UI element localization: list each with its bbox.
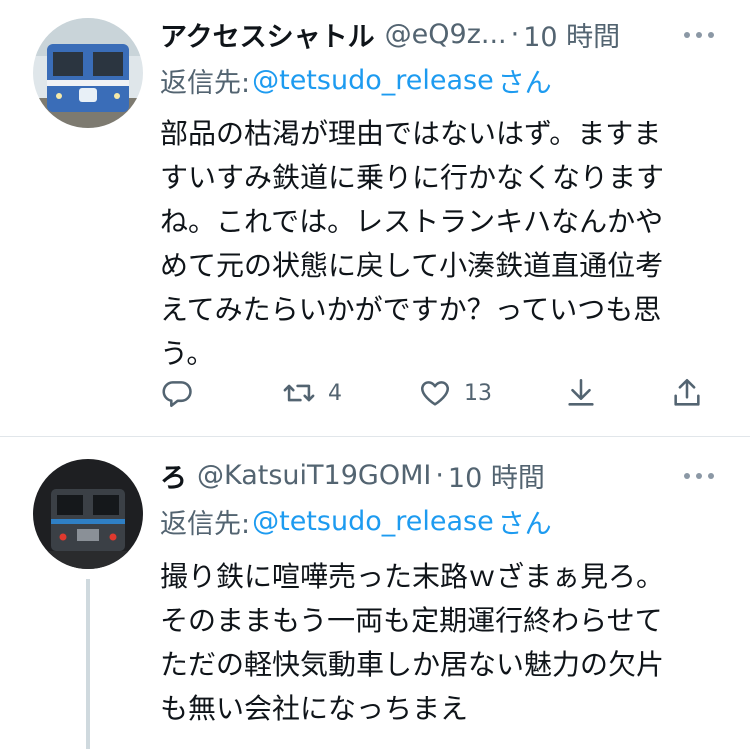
reply-label: 返信先: bbox=[160, 67, 251, 99]
user-handle[interactable]: @eQ9z... bbox=[385, 19, 507, 50]
tweet-header: アクセスシャトル @eQ9z... · 10 時間 bbox=[160, 14, 660, 54]
separator: · bbox=[435, 459, 444, 491]
download-button[interactable] bbox=[564, 368, 598, 418]
tweet-text-line: ね。これでは。レストランキハなんかや bbox=[160, 205, 664, 238]
tweet-text-line: も無い会社になっちまえ bbox=[160, 692, 469, 725]
avatar[interactable] bbox=[33, 459, 143, 569]
heart-icon bbox=[421, 381, 449, 406]
download-icon bbox=[568, 378, 594, 406]
user-handle[interactable]: @KatsuiT19GOMI bbox=[197, 460, 431, 491]
reply-mention-link[interactable]: @tetsudo_release bbox=[252, 506, 494, 537]
retweet-count: 4 bbox=[328, 380, 342, 406]
more-dot bbox=[696, 473, 702, 479]
thread-line bbox=[86, 579, 90, 749]
reply-button[interactable] bbox=[160, 368, 194, 418]
like-count: 13 bbox=[464, 380, 492, 406]
reply-context: 返信先: @tetsudo_release さん bbox=[160, 501, 552, 541]
tweet-text-line: 撮り鉄に喧嘩売った末路ｗざまぁ見ろ。 bbox=[160, 560, 665, 593]
tweet[interactable]: ろ @KatsuiT19GOMI · 10 時間 返信先: @tetsudo_r… bbox=[0, 437, 750, 749]
display-name[interactable]: アクセスシャトル bbox=[160, 15, 375, 54]
retweet-icon bbox=[283, 384, 315, 402]
more-dot bbox=[684, 32, 690, 38]
tweet-actions: 4 13 bbox=[160, 368, 720, 418]
display-name[interactable]: ろ bbox=[160, 456, 187, 495]
reply-context: 返信先: @tetsudo_release さん bbox=[160, 60, 552, 100]
tweet-text-line: めて元の状態に戻して小湊鉄道直通位考 bbox=[160, 249, 664, 282]
reply-icon bbox=[162, 381, 192, 408]
more-dot bbox=[708, 473, 714, 479]
tweet-text-line: そのままもう一両も定期運行終わらせて bbox=[160, 604, 663, 637]
timestamp[interactable]: 10 時間 bbox=[448, 456, 545, 495]
like-button[interactable]: 13 bbox=[418, 368, 492, 418]
reply-label: 返信先: bbox=[160, 508, 251, 540]
more-dot bbox=[684, 473, 690, 479]
reply-mention-link[interactable]: @tetsudo_release bbox=[252, 65, 494, 96]
share-icon bbox=[674, 378, 700, 406]
more-dot bbox=[696, 32, 702, 38]
tweet[interactable]: アクセスシャトル @eQ9z... · 10 時間 返信先: @tetsudo_… bbox=[0, 0, 750, 437]
share-button[interactable] bbox=[670, 368, 704, 418]
tweet-text-line: ただの軽快気動車しか居ない魅力の欠片 bbox=[160, 648, 665, 681]
tweet-text: 撮り鉄に喧嘩売った末路ｗざまぁ見ろ。 そのままもう一両も定期運行終わらせて ただ… bbox=[160, 555, 720, 731]
tweet-text-line: 部品の枯渇が理由ではないはず。ますま bbox=[160, 117, 662, 150]
tweet-text: 部品の枯渇が理由ではないはず。ますま すいすみ鉄道に乗りに行かなくなります ね。… bbox=[160, 112, 720, 376]
reply-suffix: さん bbox=[497, 508, 552, 540]
more-dot bbox=[708, 32, 714, 38]
more-options-icon[interactable] bbox=[684, 471, 714, 481]
avatar-train-image bbox=[33, 459, 143, 569]
tweet-header: ろ @KatsuiT19GOMI · 10 時間 bbox=[160, 455, 660, 495]
tweet-text-line: えてみたらいかがですか？っていつも思 bbox=[160, 293, 662, 326]
timestamp[interactable]: 10 時間 bbox=[523, 15, 620, 54]
avatar-train-image bbox=[33, 18, 143, 128]
more-options-icon[interactable] bbox=[684, 30, 714, 40]
tweet-text-line: すいすみ鉄道に乗りに行かなくなります bbox=[160, 161, 665, 194]
retweet-button[interactable]: 4 bbox=[282, 368, 342, 418]
reply-suffix: さん bbox=[497, 67, 552, 99]
separator: · bbox=[510, 18, 520, 50]
avatar[interactable] bbox=[33, 18, 143, 128]
